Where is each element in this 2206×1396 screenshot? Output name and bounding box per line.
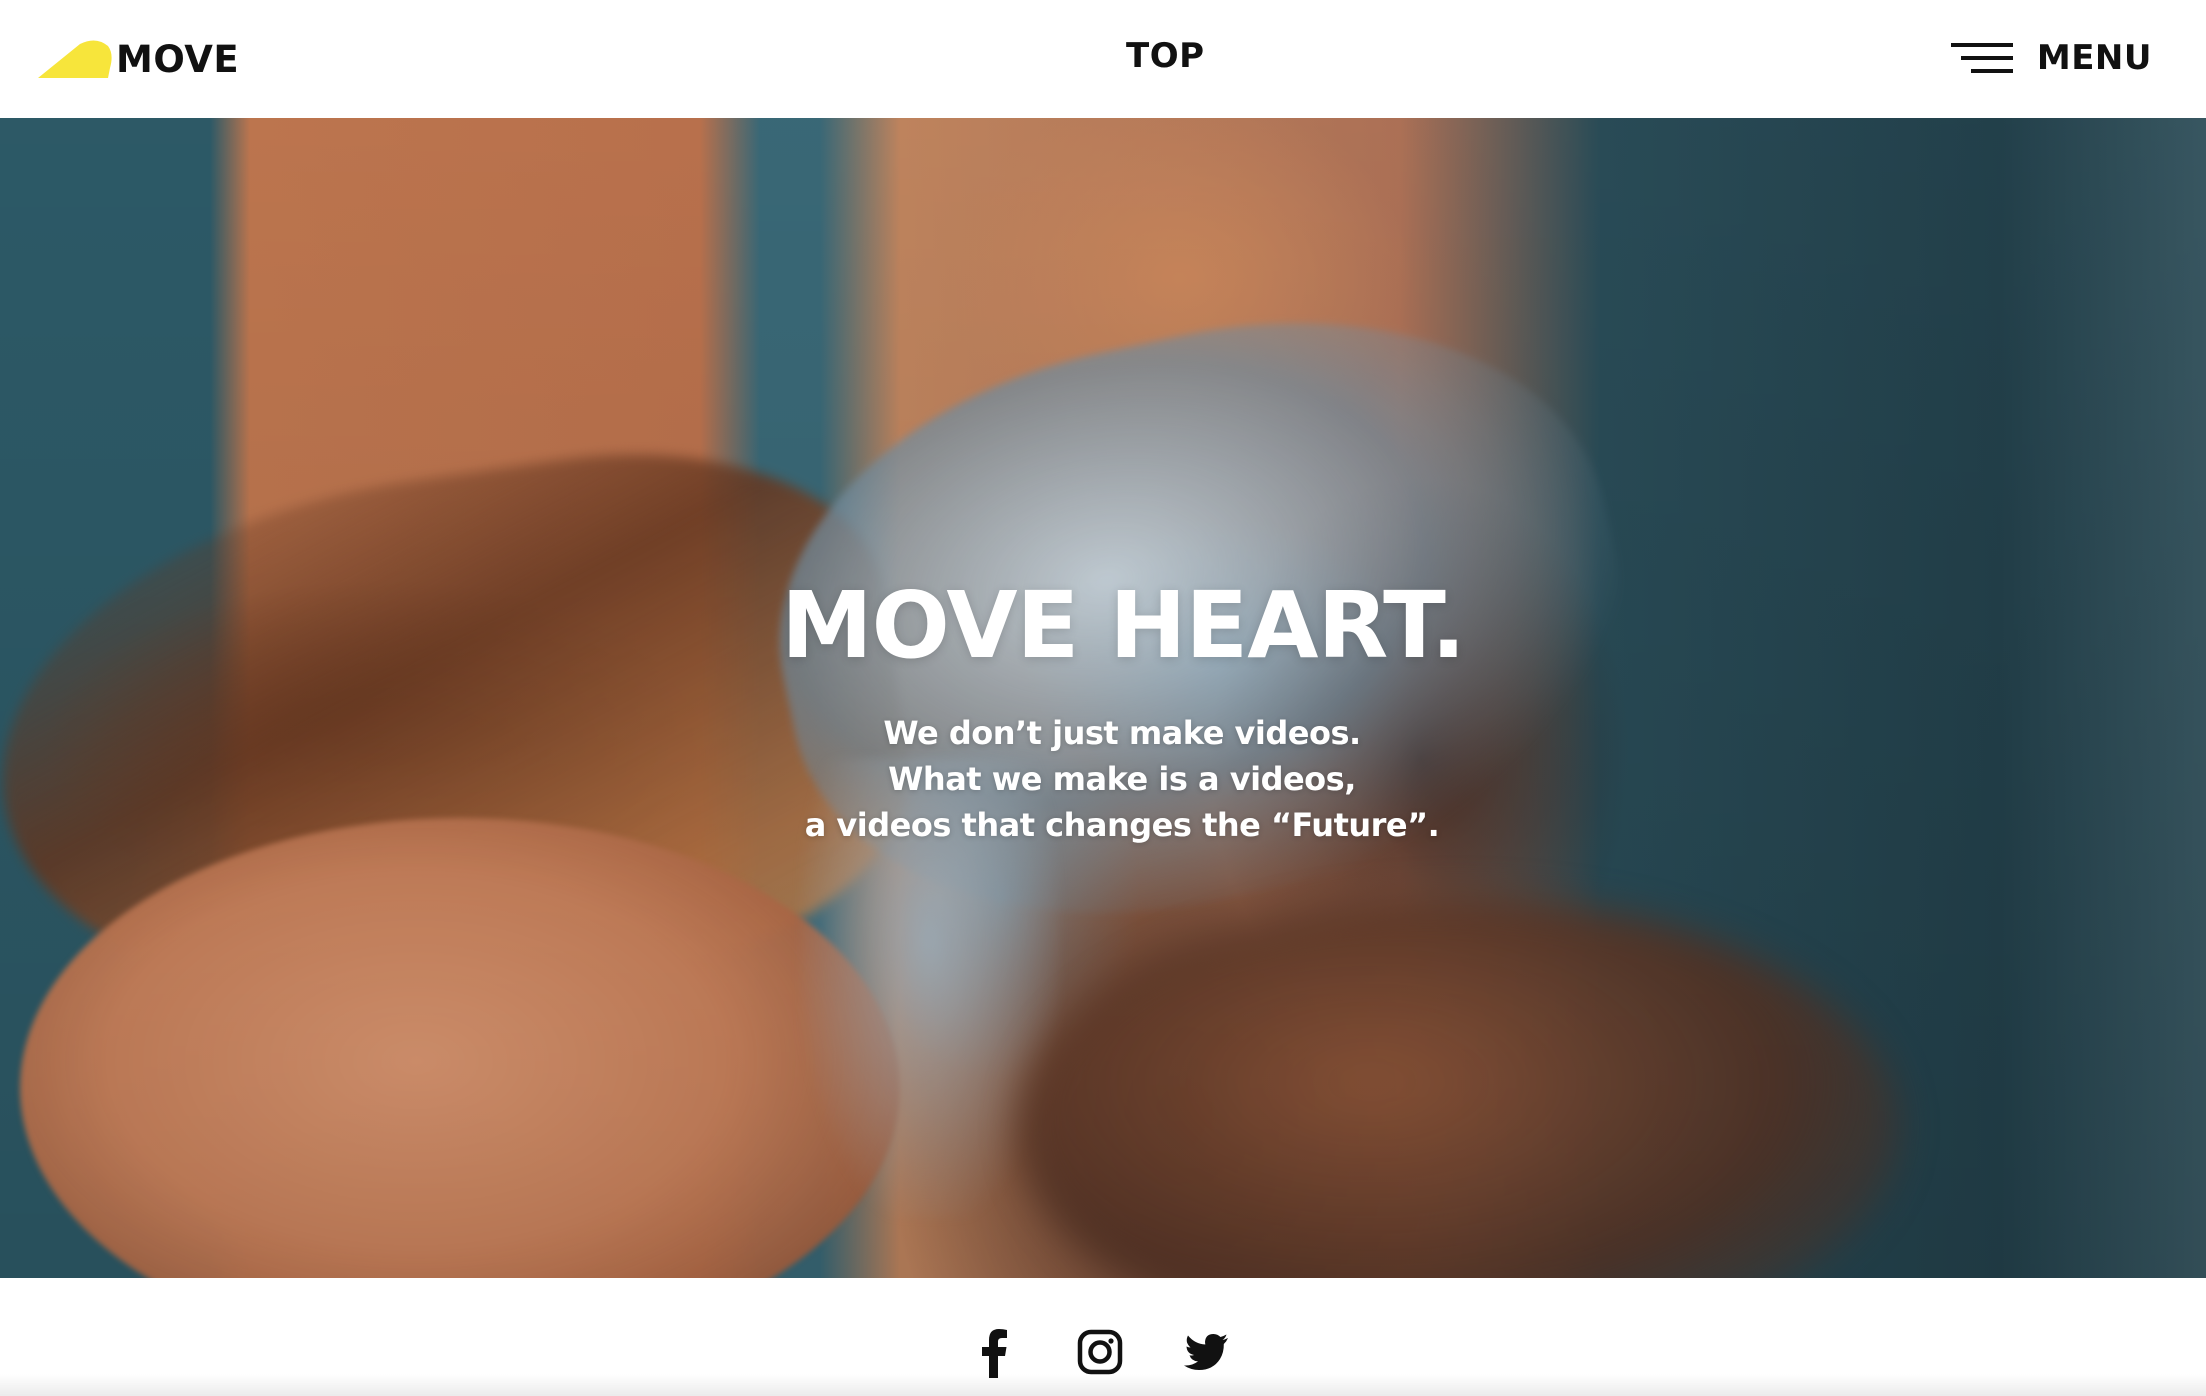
logo-text: MOVE [116, 37, 240, 81]
logo-link[interactable]: MOVE [36, 34, 239, 84]
logo-mark-icon [38, 40, 112, 78]
hamburger-icon [1950, 43, 2013, 73]
hero-copy: MOVE HEART. We don’t just make videos. W… [0, 580, 2206, 848]
hero-tagline-line: We don’t just make videos. [883, 714, 1361, 752]
hero-section: MOVE HEART. We don’t just make videos. W… [0, 118, 2206, 1278]
hero-tagline: We don’t just make videos. What we make … [38, 710, 2206, 848]
social-bar [970, 1326, 1230, 1378]
hero-tagline-line: a videos that changes the “Future”. [804, 806, 1440, 844]
hero-title: MOVE HEART. [781, 572, 1466, 679]
site-header: MOVE TOP MENU [0, 0, 2206, 118]
footer-shadow [0, 1374, 2206, 1396]
menu-button[interactable]: MENU [1950, 34, 2152, 82]
hero-tagline-line: What we make is a videos, [888, 760, 1356, 798]
twitter-icon[interactable] [1182, 1326, 1230, 1378]
facebook-icon[interactable] [970, 1326, 1018, 1378]
instagram-icon[interactable] [1076, 1326, 1124, 1378]
social-links [0, 1278, 2206, 1396]
page: MOVE TOP MENU MOVE HEART. We don’t just … [0, 0, 2206, 1396]
menu-label: MENU [2036, 38, 2152, 78]
nav-current-page[interactable]: TOP [1126, 36, 1205, 76]
